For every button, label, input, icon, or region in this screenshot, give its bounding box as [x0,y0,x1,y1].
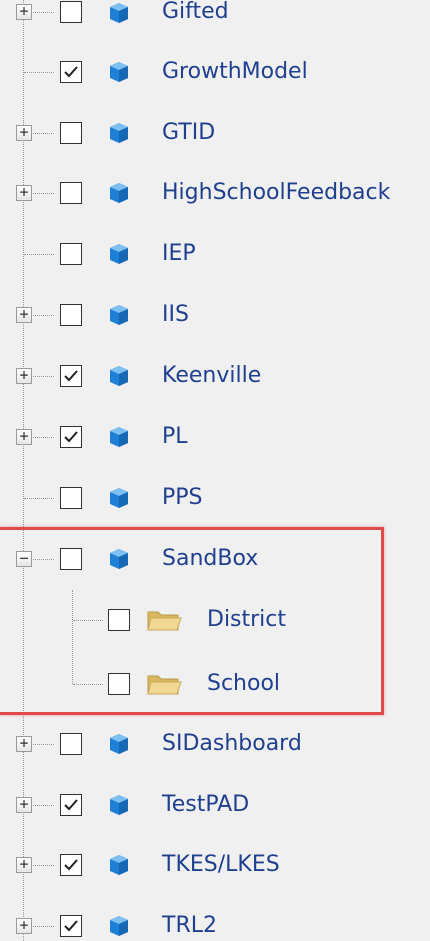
expand-icon[interactable]: + [16,736,32,752]
checkbox[interactable] [60,243,82,265]
tree-branch-line [24,72,54,73]
tree-item-label: Gifted [162,0,229,24]
expand-icon[interactable]: + [16,185,32,201]
expand-icon[interactable]: + [16,307,32,323]
database-icon [110,734,128,754]
expand-icon[interactable]: + [16,125,32,141]
tree-item-label: IIS [162,302,189,327]
tree-item-label: SIDashboard [162,731,302,756]
database-icon [110,427,128,447]
tree-item-label: GTID [162,120,216,145]
database-icon [110,244,128,264]
database-icon [110,366,128,386]
database-icon [110,488,128,508]
checkmark-icon [64,799,78,811]
database-icon [110,183,128,203]
database-icon [110,855,128,875]
checkbox-checked[interactable] [60,854,82,876]
checkbox[interactable] [60,733,82,755]
database-tree: + Gifted GrowthModel + GTID + HighSchool… [0,0,430,941]
expand-icon[interactable]: + [16,429,32,445]
tree-item-label: TRL2 [162,913,217,938]
checkmark-icon [64,859,78,871]
tree-item-label: PPS [162,485,203,510]
tree-item-label: TKES/LKES [162,852,280,877]
checkmark-icon [64,66,78,78]
checkbox[interactable] [60,304,82,326]
checkbox-checked[interactable] [60,794,82,816]
tree-item-label: Keenville [162,363,262,388]
checkbox[interactable] [60,122,82,144]
database-icon [110,3,128,23]
checkbox-checked[interactable] [60,426,82,448]
database-icon [110,305,128,325]
tree-branch-line [24,254,54,255]
expand-icon[interactable]: + [16,918,32,934]
checkmark-icon [64,920,78,932]
tree-item-label: TestPAD [162,792,250,817]
database-icon [110,123,128,143]
expand-icon[interactable]: + [16,368,32,384]
checkbox[interactable] [60,1,82,23]
database-icon [110,62,128,82]
database-icon [110,916,128,936]
database-icon [110,795,128,815]
highlight-box [0,527,384,715]
tree-branch-line [24,498,54,499]
checkbox-checked[interactable] [60,61,82,83]
tree-item-label: GrowthModel [162,59,308,84]
tree-item-label: HighSchoolFeedback [162,180,391,205]
checkbox-checked[interactable] [60,915,82,937]
expand-icon[interactable]: + [16,4,32,20]
checkmark-icon [64,370,78,382]
checkbox-checked[interactable] [60,365,82,387]
expand-icon[interactable]: + [16,857,32,873]
checkbox[interactable] [60,182,82,204]
tree-item-label: PL [162,424,188,449]
expand-icon[interactable]: + [16,797,32,813]
checkmark-icon [64,431,78,443]
tree-item-label: IEP [162,241,196,266]
checkbox[interactable] [60,487,82,509]
